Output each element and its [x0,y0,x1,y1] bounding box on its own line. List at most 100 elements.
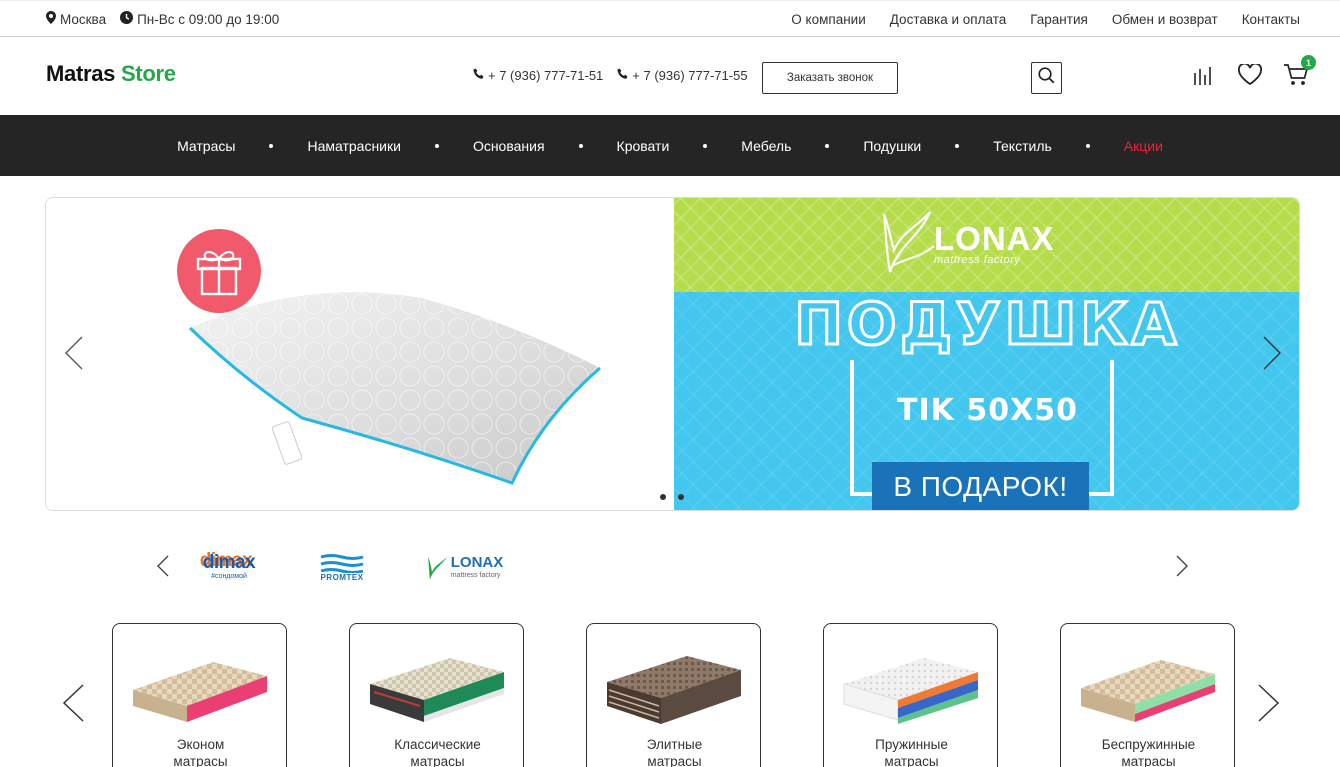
nav-item-pillows[interactable]: Подушки [863,138,921,154]
site-logo[interactable]: Matras Store [46,61,176,87]
city-label[interactable]: Москва [60,12,106,27]
compare-icon [1193,65,1215,90]
nav-item-furniture[interactable]: Мебель [741,138,791,154]
nav-item-beds[interactable]: Кровати [617,138,670,154]
working-hours: Пн-Вс с 09:00 до 19:00 [120,11,279,27]
mattress-elite-image [607,656,741,724]
logo-main: Matras [46,61,116,86]
nav-separator [955,143,960,148]
categories-prev-button[interactable] [60,683,86,727]
banner-dot-1[interactable] [660,494,666,500]
banner-title: ПОДУШКА [793,289,1181,360]
top-bar: Москва Пн-Вс с 09:00 до 19:00 О компании… [0,0,1340,37]
phone-1-number: + 7 (936) 777-71-51 [488,68,604,83]
nav-separator [825,143,830,148]
link-contacts[interactable]: Контакты [1242,12,1300,27]
promo-banner[interactable]: LONAX mattress factory ПОДУШКА TIK 50X50… [45,197,1300,511]
phone-2[interactable]: + 7 (936) 777-71-55 [617,68,748,83]
brands-carousel: dimax #сондомой PROMTEX LONAX mattress f… [0,540,1340,595]
category-card-spring[interactable]: Пружинные матрасы [823,623,998,767]
phone-icon [473,68,485,83]
brand-promtex[interactable]: PROMTEX [316,540,368,595]
chevron-left-icon [64,336,84,375]
compare-button[interactable] [1190,63,1218,91]
clock-icon [120,11,134,27]
brand-dimax-name: dimax [202,552,256,573]
banner-dot-2[interactable] [678,494,684,500]
category-card-elite[interactable]: Элитные матрасы [586,623,761,767]
category-card-classic[interactable]: Классические матрасы [349,623,524,767]
category-label-line2: матрасы [173,754,228,767]
phones: + 7 (936) 777-71-51 + 7 (936) 777-71-55 [473,68,748,83]
banner-next-button[interactable] [1260,336,1284,375]
category-label-line2: матрасы [884,754,939,767]
lonax-leaf-icon [427,556,447,580]
category-label: Классические матрасы [350,736,523,767]
logo-accent: Store [120,61,176,86]
nav-separator [269,143,274,148]
pillow-image [188,292,601,485]
chevron-right-icon [1176,555,1188,582]
hours-label: Пн-Вс с 09:00 до 19:00 [137,11,280,27]
category-label: Беспружинные матрасы [1061,736,1234,767]
category-label-line1: Элитные [646,737,703,752]
location-pin-icon [46,11,56,27]
mattress-spring-image [843,658,978,724]
link-returns[interactable]: Обмен и возврат [1112,12,1218,27]
nav-item-bases[interactable]: Основания [473,138,545,154]
category-label-line1: Классические [394,737,481,752]
category-card-springless[interactable]: Беспружинные матрасы [1060,623,1235,767]
nav-separator [703,143,708,148]
brand-lonax-tagline: mattress factory [450,571,501,579]
chevron-left-icon [62,683,84,727]
banner-image-side [46,198,674,510]
category-label-line1: Эконом [176,737,225,752]
category-card-economy[interactable]: Эконом матрасы [112,623,287,767]
callback-button[interactable]: Заказать звонок [762,62,898,94]
location: Москва [46,11,106,27]
cart-count-badge: 1 [1301,55,1316,70]
brands-next-button[interactable] [1174,555,1190,582]
nav-item-promotions[interactable]: Акции [1124,138,1163,154]
top-links: О компании Доставка и оплата Гарантия Об… [791,1,1300,37]
lonax-leaf-icon [882,211,935,273]
brand-dimax[interactable]: dimax #сондомой [196,540,262,595]
mattress-economy-image [133,662,267,722]
cart-button[interactable]: 1 [1282,55,1316,91]
chevron-right-icon [1262,336,1282,375]
heart-icon [1238,62,1262,90]
chevron-right-icon [1258,683,1280,727]
nav-separator [434,143,439,148]
banner-brand-sub: mattress factory [934,254,1021,266]
nav-item-mattresses[interactable]: Матрасы [177,138,235,154]
mattress-classic-image [370,658,504,722]
nav-item-toppers[interactable]: Наматрасники [307,138,400,154]
banner-prev-button[interactable] [62,336,86,375]
promtex-waves-icon [320,554,364,573]
phone-icon [617,68,629,83]
nav-separator [578,143,583,148]
search-button[interactable] [1031,62,1062,94]
link-about[interactable]: О компании [791,12,865,27]
brand-promtex-name: PROMTEX [320,573,364,582]
phone-1[interactable]: + 7 (936) 777-71-51 [473,68,603,83]
category-label-line1: Беспружинные [1101,737,1196,752]
search-icon [1038,67,1055,89]
top-bar-info: Москва Пн-Вс с 09:00 до 19:00 [46,1,279,37]
mattress-springless-image [1081,660,1215,722]
phone-2-number: + 7 (936) 777-71-55 [632,68,748,83]
main-nav: Матрасы Наматрасники Основания Кровати М… [0,115,1340,176]
brand-lonax-text: LONAX mattress factory [451,555,504,581]
category-label-line1: Пружинные [875,737,948,752]
category-label: Пружинные матрасы [824,736,997,767]
nav-separator [1085,143,1090,148]
nav-item-textile[interactable]: Текстиль [993,138,1052,154]
brand-lonax[interactable]: LONAX mattress factory [422,540,508,595]
favorites-button[interactable] [1236,62,1264,91]
banner-brand: LONAX [934,220,1055,257]
link-warranty[interactable]: Гарантия [1030,12,1088,27]
categories-next-button[interactable] [1256,683,1282,727]
link-delivery[interactable]: Доставка и оплата [890,12,1006,27]
brands-prev-button[interactable] [155,555,171,580]
category-label-line2: матрасы [410,754,465,767]
